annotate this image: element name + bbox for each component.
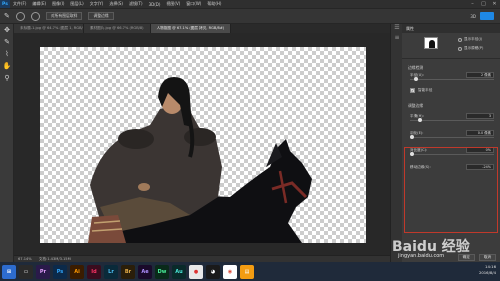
cutout-image (88, 77, 312, 243)
menu-bar: Ps 文件(F) 编辑(E) 图像(I) 图层(L) 文字(Y) 选择(S) 滤… (0, 0, 500, 8)
slider-knob[interactable] (414, 77, 418, 81)
smart-radius-label: 智能半径 (418, 87, 433, 92)
slider-knob[interactable] (418, 118, 422, 122)
smart-radius-option[interactable]: ✓ 智能半径 (402, 85, 500, 95)
mode-3d-label: 3D (470, 13, 476, 19)
show-original-label: 显示原稿(P) (464, 46, 484, 50)
menu-3d[interactable]: 3D(D) (146, 2, 164, 7)
slider-knob[interactable] (410, 135, 414, 139)
menu-layer[interactable]: 图层(L) (67, 1, 86, 7)
view-mode-thumbnail[interactable] (424, 37, 438, 49)
adjust-edge-header: 调整边缘 (408, 103, 424, 108)
feather-slider[interactable] (410, 135, 494, 139)
ok-button[interactable]: 确定 (457, 253, 475, 261)
tab-document-2[interactable]: 素材图片.jpg @ 66.7% (RGB/8) (84, 24, 151, 33)
hand-tool-icon[interactable]: ✋ (0, 60, 14, 72)
dreamweaver-icon[interactable]: Dw (155, 264, 169, 279)
illustrator-icon[interactable]: Ai (70, 264, 84, 279)
show-radius-label: 显示半径(J) (464, 37, 483, 41)
tab-document-active[interactable]: 人物抠图 @ 67.1% (图层 拷贝, RGB/8#) (150, 24, 232, 33)
canvas-area (14, 33, 390, 255)
smooth-row: 平滑(H): 3 (402, 112, 500, 122)
indesign-icon[interactable]: Id (87, 264, 101, 279)
folder-icon[interactable]: ▤ (240, 264, 254, 279)
options-bar: ✎ 对所有图层取样 调整边缘 3D (0, 8, 500, 24)
refine-radius-tool-icon[interactable]: ⌇ (0, 48, 14, 60)
menu-help[interactable]: 帮助(H) (204, 1, 224, 7)
menu-type[interactable]: 文字(Y) (87, 1, 107, 7)
photoshop-logo: Ps (0, 0, 10, 8)
radius-row: 半径(U): 2 像素 (402, 71, 500, 81)
document-canvas[interactable] (40, 47, 366, 243)
zoom-tool-icon[interactable]: ⚲ (0, 72, 14, 84)
file-explorer-icon[interactable]: ▭ (19, 264, 33, 279)
radio-icon[interactable] (458, 37, 462, 42)
radio-icon[interactable] (458, 46, 462, 51)
taskbar: ⊞ ▭ Pr Ps Ai Id Lr Br Ae Dw Au ● ◕ ◉ ▤ 1… (0, 262, 500, 281)
window-controls: – □ ✕ (467, 0, 500, 8)
status-bar: 67.14% 文档:1.43M/3.15M (14, 255, 390, 262)
cancel-button[interactable]: 取消 (478, 253, 496, 261)
menu-view[interactable]: 视图(V) (163, 1, 183, 7)
menu-window[interactable]: 窗口(W) (183, 1, 204, 7)
radius-slider[interactable] (410, 77, 494, 81)
move-tool-icon[interactable]: ✥ (0, 24, 14, 36)
after-effects-icon[interactable]: Ae (138, 264, 152, 279)
tab-document-1[interactable]: 未标题-1.jpg @ 64.7% (图层 1, RGB/8) (14, 24, 84, 33)
tools-panel: ✥ ✎ ⌇ ✋ ⚲ (0, 24, 14, 262)
menu-file[interactable]: 文件(F) (10, 1, 29, 7)
panel-dock: ☰ ≡ (390, 24, 402, 262)
clock-date: 2016/8/4 (478, 270, 496, 275)
smooth-value[interactable]: 3 (466, 113, 494, 119)
audition-icon[interactable]: Au (172, 264, 186, 279)
menu-filter[interactable]: 滤镜(T) (126, 1, 146, 7)
radius-value[interactable]: 2 像素 (466, 72, 494, 78)
minimize-icon[interactable]: – (467, 0, 478, 8)
menu-edit[interactable]: 编辑(E) (29, 1, 49, 7)
brush-add-icon[interactable] (30, 11, 40, 21)
media-player-icon[interactable]: ● (189, 264, 203, 279)
penguin-chat-icon[interactable]: ◕ (206, 264, 220, 279)
browser-icon[interactable]: ◉ (223, 264, 237, 279)
document-size: 文档:1.43M/3.15M (38, 257, 71, 261)
zoom-level[interactable]: 67.14% (18, 257, 32, 261)
show-radius-option[interactable]: 显示半径(J) (458, 37, 482, 42)
start-icon[interactable]: ⊞ (2, 264, 16, 279)
lightroom-icon[interactable]: Lr (104, 264, 118, 279)
workspace-icon[interactable] (480, 12, 494, 20)
quick-select-icon[interactable]: ✎ (4, 12, 10, 20)
photoshop-icon[interactable]: Ps (53, 264, 67, 279)
system-tray[interactable]: 14:16 2016/8/4 (479, 264, 496, 276)
premiere-icon[interactable]: Pr (36, 264, 50, 279)
options-right: 3D (470, 12, 494, 20)
feather-value[interactable]: 0.0 像素 (466, 130, 494, 136)
close-icon[interactable]: ✕ (489, 0, 500, 8)
bridge-icon[interactable]: Br (121, 264, 135, 279)
highlight-box (404, 147, 498, 233)
panel-buttons: 确定 取消 (402, 252, 500, 262)
menu-image[interactable]: 图像(I) (49, 1, 67, 7)
sample-all-layers-button[interactable]: 对所有图层取样 (45, 12, 83, 20)
menu-select[interactable]: 选择(S) (106, 1, 126, 7)
checkbox-icon[interactable]: ✓ (410, 87, 415, 93)
feather-row: 羽化(E): 0.0 像素 (402, 129, 500, 139)
brush-size-icon[interactable] (15, 11, 25, 21)
show-original-option[interactable]: 显示原稿(P) (458, 46, 483, 51)
document-tabs: 未标题-1.jpg @ 64.7% (图层 1, RGB/8) 素材图片.jpg… (14, 24, 390, 33)
refine-edge-button[interactable]: 调整边缘 (88, 12, 114, 20)
quick-selection-tool-icon[interactable]: ✎ (0, 36, 14, 48)
panel-title: 属性 (402, 24, 500, 33)
maximize-icon[interactable]: □ (478, 0, 489, 8)
view-section: 显示半径(J) 显示原稿(P) (402, 33, 500, 59)
smooth-slider[interactable] (410, 118, 494, 122)
